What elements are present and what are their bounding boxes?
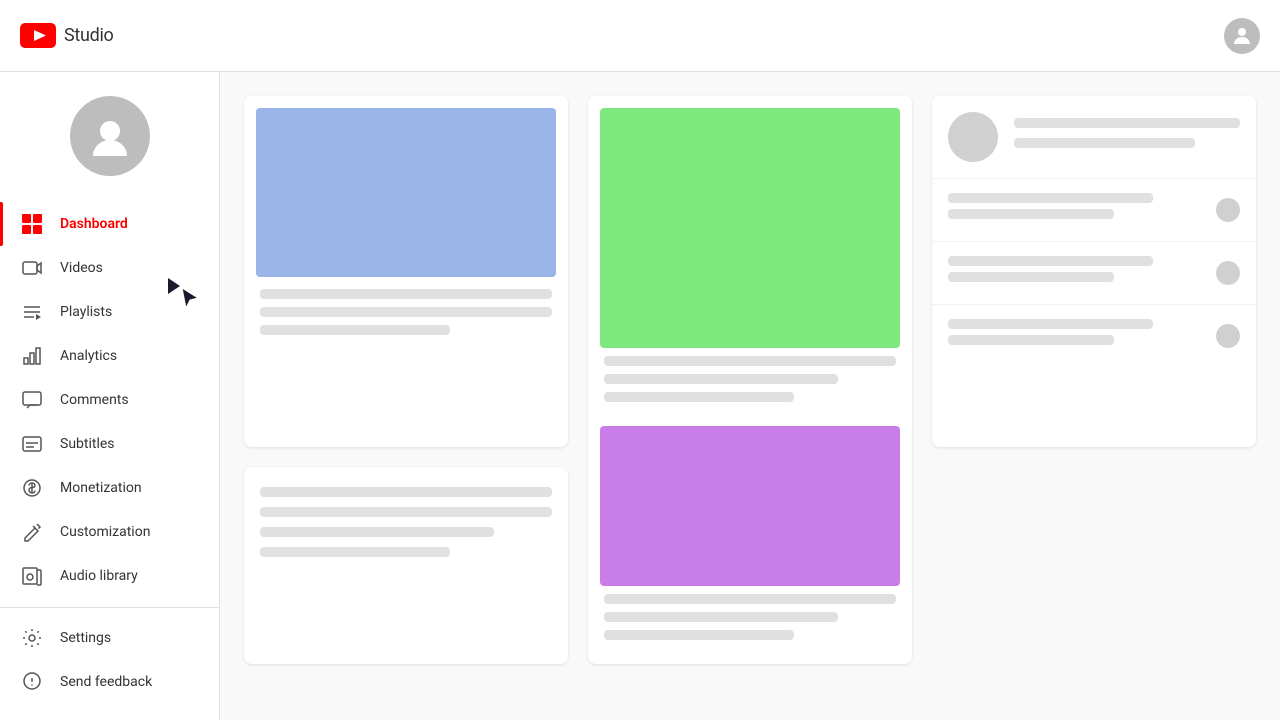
dashboard-icon bbox=[20, 212, 44, 236]
sidebar-item-customization[interactable]: Customization bbox=[0, 510, 219, 554]
list-item bbox=[932, 305, 1256, 367]
sidebar-nav: Dashboard Videos Playlists bbox=[0, 202, 219, 607]
send-feedback-icon bbox=[20, 670, 44, 694]
sidebar-item-videos[interactable]: Videos bbox=[0, 246, 219, 290]
playlists-icon bbox=[20, 300, 44, 324]
studio-logo-text: Studio bbox=[64, 25, 114, 46]
sidebar: Dashboard Videos Playlists bbox=[0, 72, 220, 720]
sidebar-item-send-feedback[interactable]: Send feedback bbox=[0, 660, 219, 704]
header-user-avatar[interactable] bbox=[1224, 18, 1260, 54]
channel-card[interactable] bbox=[932, 96, 1256, 447]
playlists-label: Playlists bbox=[60, 304, 112, 320]
videos-icon bbox=[20, 256, 44, 280]
card-text-lines bbox=[1014, 118, 1240, 156]
sidebar-item-dashboard[interactable]: Dashboard bbox=[0, 202, 219, 246]
audio-library-icon bbox=[20, 564, 44, 588]
video-card-2[interactable] bbox=[588, 96, 912, 664]
videos-label: Videos bbox=[60, 260, 103, 276]
monetization-icon bbox=[20, 476, 44, 500]
comments-icon bbox=[20, 388, 44, 412]
header-logo: Studio bbox=[20, 23, 114, 48]
sidebar-bottom: Settings Send feedback bbox=[0, 607, 219, 720]
content-grid bbox=[244, 96, 1256, 664]
monetization-label: Monetization bbox=[60, 480, 142, 496]
settings-icon bbox=[20, 626, 44, 650]
subtitles-label: Subtitles bbox=[60, 436, 115, 452]
video-card-1[interactable] bbox=[244, 96, 568, 447]
sidebar-item-playlists[interactable]: Playlists bbox=[0, 290, 219, 334]
sidebar-item-comments[interactable]: Comments bbox=[0, 378, 219, 422]
video-card-5[interactable] bbox=[244, 467, 568, 665]
comments-label: Comments bbox=[60, 392, 129, 408]
youtube-icon bbox=[20, 23, 56, 48]
sidebar-item-settings[interactable]: Settings bbox=[0, 616, 219, 660]
sidebar-profile bbox=[0, 72, 219, 202]
audio-library-label: Audio library bbox=[60, 568, 138, 584]
customization-label: Customization bbox=[60, 524, 150, 540]
analytics-label: Analytics bbox=[60, 348, 117, 364]
channel-avatar bbox=[70, 96, 150, 176]
card-avatar bbox=[948, 112, 998, 162]
sidebar-item-analytics[interactable]: Analytics bbox=[0, 334, 219, 378]
sidebar-item-monetization[interactable]: Monetization bbox=[0, 466, 219, 510]
sidebar-item-audio-library[interactable]: Audio library bbox=[0, 554, 219, 598]
send-feedback-label: Send feedback bbox=[60, 674, 152, 690]
subtitles-icon bbox=[20, 432, 44, 456]
sidebar-item-subtitles[interactable]: Subtitles bbox=[0, 422, 219, 466]
customization-icon bbox=[20, 520, 44, 544]
analytics-icon bbox=[20, 344, 44, 368]
main-content bbox=[220, 72, 1280, 720]
header: Studio bbox=[0, 0, 1280, 72]
dashboard-label: Dashboard bbox=[60, 216, 128, 232]
list-item bbox=[932, 179, 1256, 242]
settings-label: Settings bbox=[60, 630, 111, 646]
list-item bbox=[932, 242, 1256, 305]
